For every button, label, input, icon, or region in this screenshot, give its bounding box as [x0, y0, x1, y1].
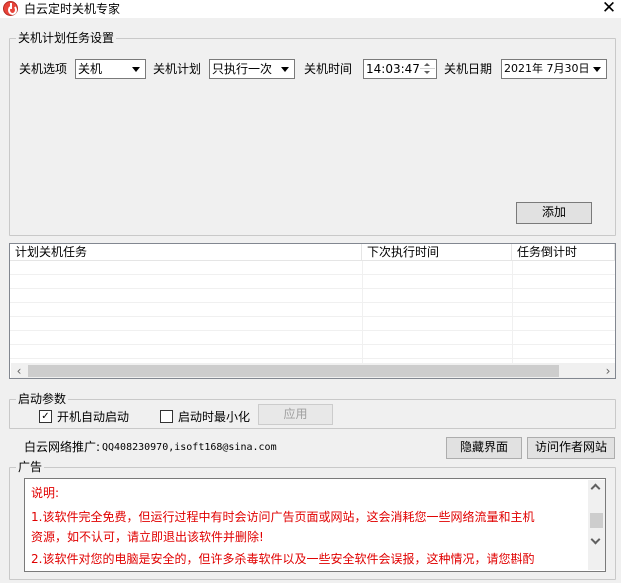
- scroll-left-icon[interactable]: ‹: [11, 363, 27, 378]
- chevron-down-icon[interactable]: [129, 61, 144, 77]
- shutdown-time-value: 14:03:47: [366, 62, 420, 76]
- time-label: 关机时间: [304, 62, 353, 76]
- ad-text-area[interactable]: 说明: 1.该软件完全免费，但运行过程中有时会访问广告页面或网站，这会消耗您一些…: [24, 478, 606, 572]
- shutdown-time-picker[interactable]: 14:03:47: [363, 59, 437, 79]
- scrollbar-thumb[interactable]: [590, 513, 603, 528]
- ad-line: 2.该软件对您的电脑是安全的，但许多杀毒软件以及一些安全软件会误报，这种情况，请…: [31, 552, 535, 566]
- grid-line: [10, 274, 615, 275]
- shutdown-plan-select[interactable]: 只执行一次: [209, 59, 295, 79]
- minimize-checkbox[interactable]: [160, 410, 173, 423]
- ad-line: 说明:: [31, 486, 60, 500]
- shutdown-option-value: 关机: [78, 62, 103, 76]
- spin-up-icon[interactable]: [420, 61, 435, 69]
- chevron-down-icon[interactable]: [278, 61, 293, 77]
- spin-down-icon[interactable]: [420, 69, 435, 77]
- grid-line: [10, 358, 615, 359]
- minimize-label[interactable]: 启动时最小化: [178, 410, 250, 424]
- shutdown-plan-value: 只执行一次: [212, 62, 273, 76]
- horizontal-scrollbar[interactable]: ‹ ›: [11, 363, 615, 378]
- plan-label: 关机计划: [153, 62, 202, 76]
- shutdown-date-picker[interactable]: 2021年 7月30日: [501, 59, 607, 79]
- promo-label: 白云网络推广:: [24, 440, 101, 454]
- column-header-countdown[interactable]: 任务倒计时: [512, 244, 615, 261]
- chevron-down-icon[interactable]: [590, 61, 605, 77]
- schedule-group-title: 关机计划任务设置: [16, 31, 117, 45]
- ad-line: 资源，如不认可，请立即退出该软件并删除!: [31, 530, 264, 544]
- auto-start-label[interactable]: 开机自动启动: [57, 410, 129, 424]
- auto-start-checkbox[interactable]: ✓: [39, 410, 52, 423]
- grid-line: [10, 288, 615, 289]
- apply-button[interactable]: 应用: [258, 404, 333, 425]
- column-header-next-time[interactable]: 下次执行时间: [362, 244, 512, 261]
- power-icon: [3, 1, 18, 16]
- vertical-scrollbar[interactable]: [588, 480, 605, 570]
- shutdown-date-value: 2021年 7月30日: [504, 62, 590, 75]
- close-button[interactable]: ✕: [598, 0, 620, 18]
- title-bar[interactable]: 白云定时关机专家 ✕: [0, 0, 621, 18]
- task-list[interactable]: 计划关机任务 下次执行时间 任务倒计时 ‹ ›: [9, 243, 616, 379]
- scroll-up-icon[interactable]: [588, 480, 605, 497]
- scroll-right-icon[interactable]: ›: [600, 363, 615, 378]
- scrollbar-thumb[interactable]: [28, 365, 559, 377]
- grid-line: [10, 344, 615, 345]
- grid-line: [10, 330, 615, 331]
- date-label: 关机日期: [444, 62, 493, 76]
- visit-author-site-button[interactable]: 访问作者网站: [527, 437, 615, 459]
- ad-line: 1.该软件完全免费，但运行过程中有时会访问广告页面或网站，这会消耗您一些网络流量…: [31, 510, 535, 524]
- grid-line: [10, 302, 615, 303]
- shutdown-option-select[interactable]: 关机: [75, 59, 146, 79]
- window-title: 白云定时关机专家: [24, 2, 121, 16]
- column-header-task[interactable]: 计划关机任务: [10, 244, 362, 261]
- promo-contact: QQ408230970,isoft168@sina.com: [102, 442, 277, 453]
- add-task-button[interactable]: 添加: [516, 202, 592, 224]
- grid-line: [10, 316, 615, 317]
- scroll-down-icon[interactable]: [588, 534, 605, 551]
- grid-line: [362, 261, 363, 365]
- grid-line: [512, 261, 513, 365]
- ad-group-title: 广告: [16, 460, 45, 474]
- hide-window-button[interactable]: 隐藏界面: [446, 437, 522, 459]
- startup-group-title: 启动参数: [16, 392, 69, 406]
- option-label: 关机选项: [19, 62, 68, 76]
